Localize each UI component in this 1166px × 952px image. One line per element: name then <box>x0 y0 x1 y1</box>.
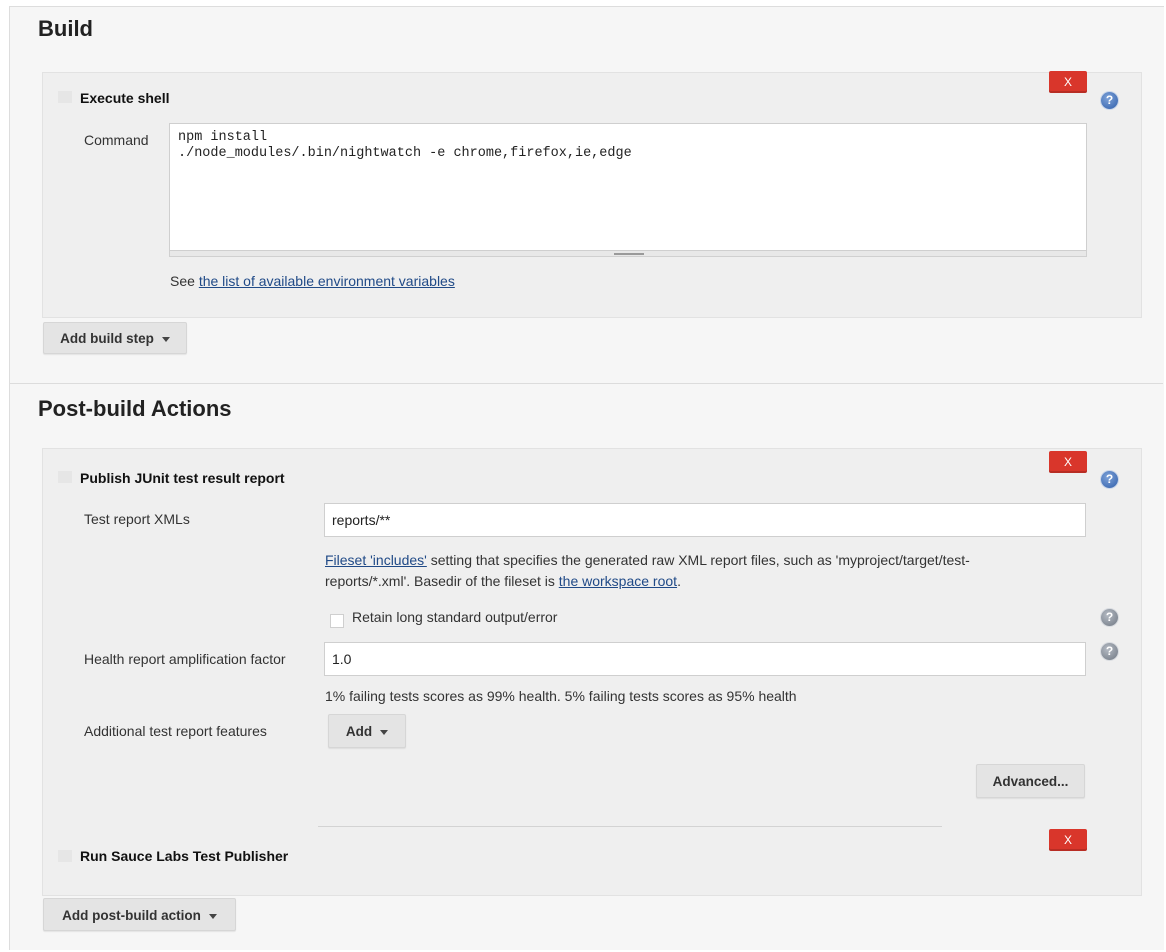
drag-handle[interactable] <box>58 471 72 483</box>
env-vars-hint: See the list of available environment va… <box>170 271 455 292</box>
section-divider <box>10 383 1163 384</box>
help-icon[interactable]: ? <box>1101 471 1118 488</box>
retain-output-label: Retain long standard output/error <box>352 609 558 625</box>
env-prefix: See <box>170 273 199 289</box>
help-icon[interactable]: ? <box>1101 643 1118 660</box>
delete-sauce-button[interactable]: X <box>1049 829 1087 851</box>
test-report-xmls-label: Test report XMLs <box>84 511 190 527</box>
workspace-root-link[interactable]: the workspace root <box>559 573 677 589</box>
add-post-build-action-button[interactable]: Add post-build action <box>43 898 236 931</box>
add-build-step-button[interactable]: Add build step <box>43 322 187 354</box>
help-icon[interactable]: ? <box>1101 92 1118 109</box>
junit-step-title: Publish JUnit test result report <box>80 470 285 486</box>
command-textarea[interactable]: npm install ./node_modules/.bin/nightwat… <box>169 123 1087 251</box>
command-label: Command <box>84 132 149 148</box>
fileset-description: Fileset 'includes' setting that specifie… <box>325 550 1085 592</box>
chevron-down-icon <box>161 336 170 342</box>
execute-shell-title: Execute shell <box>80 90 170 106</box>
drag-handle[interactable] <box>58 850 72 862</box>
fileset-desc-1: setting that specifies the generated raw… <box>426 552 970 568</box>
add-build-step-label: Add build step <box>60 331 154 346</box>
health-factor-input[interactable]: 1.0 <box>324 642 1086 676</box>
delete-junit-button[interactable]: X <box>1049 451 1087 473</box>
build-section-title: Build <box>38 16 93 41</box>
health-factor-label: Health report amplification factor <box>84 651 286 667</box>
fileset-desc-2: reports/*.xml'. Basedir of the fileset i… <box>325 573 559 589</box>
sauce-labs-step-title: Run Sauce Labs Test Publisher <box>80 848 289 864</box>
resize-grip-icon <box>614 253 644 255</box>
additional-features-label: Additional test report features <box>84 723 267 739</box>
drag-handle[interactable] <box>58 91 72 103</box>
step-divider <box>318 826 942 827</box>
add-feature-label: Add <box>345 724 373 739</box>
advanced-button[interactable]: Advanced... <box>976 764 1085 798</box>
retain-output-checkbox[interactable] <box>330 614 344 628</box>
test-report-xmls-input[interactable]: reports/** <box>324 503 1086 537</box>
fileset-desc-end: . <box>677 573 681 589</box>
post-build-section-title: Post-build Actions <box>38 396 232 421</box>
chevron-down-icon <box>208 913 217 919</box>
help-icon[interactable]: ? <box>1101 609 1118 626</box>
fileset-includes-link[interactable]: Fileset 'includes' <box>325 552 427 568</box>
add-feature-button[interactable]: Add <box>328 714 406 748</box>
env-vars-link[interactable]: the list of available environment variab… <box>199 273 455 289</box>
delete-step-button[interactable]: X <box>1049 71 1087 93</box>
chevron-down-icon <box>380 729 389 735</box>
health-factor-description: 1% failing tests scores as 99% health. 5… <box>325 688 797 704</box>
add-post-build-action-label: Add post-build action <box>62 908 201 923</box>
